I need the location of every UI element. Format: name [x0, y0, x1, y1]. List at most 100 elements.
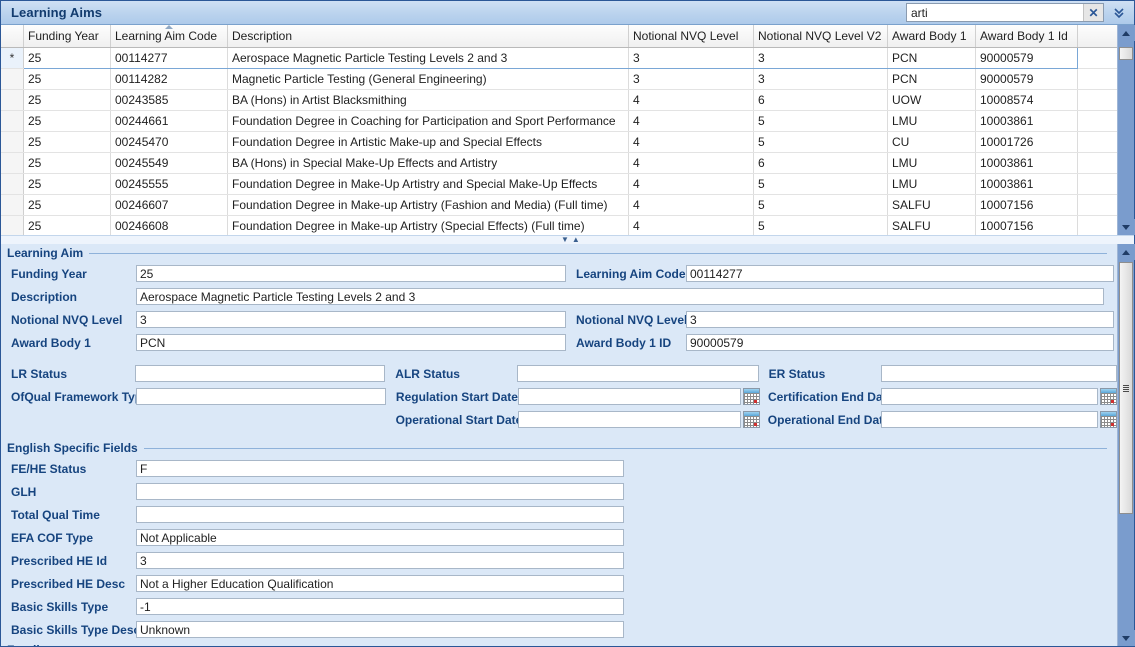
- input-operational-start-date[interactable]: [518, 411, 741, 428]
- search-box[interactable]: ✕: [906, 3, 1104, 22]
- input-operational-end-date[interactable]: [881, 411, 1098, 428]
- cell-notional-nvq-level-v2: 6: [754, 90, 888, 111]
- calendar-picker-icon[interactable]: [743, 411, 760, 428]
- input-total-qual-time[interactable]: [136, 506, 624, 523]
- table-row[interactable]: 25 00245470 Foundation Degree in Artisti…: [1, 132, 1117, 153]
- page-title: Learning Aims: [1, 5, 102, 20]
- row-marker: [1, 69, 24, 90]
- field-row-prescribed-he-id: Prescribed HE Id 3: [1, 549, 1117, 572]
- grid-vertical-scrollbar[interactable]: [1117, 25, 1134, 235]
- label-prescribed-he-desc: Prescribed HE Desc: [11, 577, 136, 591]
- section-title-learning-aim: Learning Aim: [7, 246, 83, 260]
- detail-scroll-track[interactable]: [1118, 260, 1135, 630]
- cell-funding-year: 25: [24, 48, 111, 69]
- input-certification-end-date[interactable]: [881, 388, 1098, 405]
- search-input[interactable]: [907, 4, 1083, 21]
- column-header-award-body-1[interactable]: Award Body 1: [888, 25, 976, 48]
- section-divider: [144, 448, 1107, 449]
- cell-learning-aim-code: 00246607: [111, 195, 228, 216]
- scroll-up-arrow-icon[interactable]: [1118, 25, 1135, 41]
- input-funding-year[interactable]: 25: [136, 265, 566, 282]
- table-row[interactable]: * 25 00114277 Aerospace Magnetic Particl…: [1, 48, 1117, 69]
- field-row-basic-skills-type-desc: Basic Skills Type Desc Unknown: [1, 618, 1117, 641]
- input-basic-skills-type-desc[interactable]: Unknown: [136, 621, 624, 638]
- grid-form-splitter[interactable]: ▼▲: [1, 235, 1134, 244]
- scroll-up-arrow-icon[interactable]: [1118, 244, 1135, 260]
- column-header-notional-nvq-level-v2[interactable]: Notional NVQ Level V2: [754, 25, 888, 48]
- table-row[interactable]: 25 00114282 Magnetic Particle Testing (G…: [1, 69, 1117, 90]
- detail-scroll-thumb[interactable]: [1119, 262, 1133, 514]
- cell-learning-aim-code: 00245555: [111, 174, 228, 195]
- cell-notional-nvq-level: 4: [629, 216, 754, 236]
- cell-notional-nvq-level: 4: [629, 174, 754, 195]
- label-glh: GLH: [11, 485, 136, 499]
- cell-learning-aim-code: 00246608: [111, 216, 228, 236]
- cell-learning-aim-code: 00243585: [111, 90, 228, 111]
- field-row-efa-cof-type: EFA COF Type Not Applicable: [1, 526, 1117, 549]
- column-header-description[interactable]: Description: [228, 25, 629, 48]
- field-row-glh: GLH: [1, 480, 1117, 503]
- field-row-operational-dates: Operational Start Date Operational End D…: [1, 408, 1117, 431]
- detail-vertical-scrollbar[interactable]: [1117, 244, 1134, 646]
- cell-description: Foundation Degree in Artistic Make-up an…: [228, 132, 629, 153]
- calendar-picker-icon[interactable]: [1100, 388, 1117, 405]
- column-header-learning-aim-code[interactable]: Learning Aim Code: [111, 25, 228, 48]
- grid-scroll-track[interactable]: [1118, 41, 1135, 219]
- input-description[interactable]: Aerospace Magnetic Particle Testing Leve…: [136, 288, 1104, 305]
- grid-viewport: Funding Year Learning Aim Code Descripti…: [1, 25, 1117, 235]
- cell-description: BA (Hons) in Artist Blacksmithing: [228, 90, 629, 111]
- clear-search-icon[interactable]: ✕: [1083, 4, 1103, 21]
- window-title-bar: Learning Aims ✕: [1, 1, 1134, 25]
- input-alr-status[interactable]: [517, 365, 759, 382]
- column-header-notional-nvq-level[interactable]: Notional NVQ Level: [629, 25, 754, 48]
- table-row[interactable]: 25 00246608 Foundation Degree in Make-up…: [1, 216, 1117, 236]
- cell-award-body-1-id: 90000579: [976, 69, 1078, 90]
- table-row[interactable]: 25 00246607 Foundation Degree in Make-up…: [1, 195, 1117, 216]
- cell-award-body-1: PCN: [888, 48, 976, 69]
- input-notional-nvq-level[interactable]: 3: [136, 311, 566, 328]
- label-operational-end-date: Operational End Date: [768, 413, 881, 427]
- input-glh[interactable]: [136, 483, 624, 500]
- input-fe-he-status[interactable]: F: [136, 460, 624, 477]
- field-row-notional-nvq-level: Notional NVQ Level 3 Notional NVQ Level …: [1, 308, 1117, 331]
- input-award-body-1[interactable]: PCN: [136, 334, 566, 351]
- input-regulation-start-date[interactable]: [518, 388, 741, 405]
- input-prescribed-he-id[interactable]: 3: [136, 552, 624, 569]
- input-ofqual-framework-type[interactable]: [136, 388, 386, 405]
- calendar-picker-icon[interactable]: [743, 388, 760, 405]
- cell-spare: [1078, 69, 1118, 90]
- column-header-award-body-1-id[interactable]: Award Body 1 Id: [976, 25, 1078, 48]
- input-notional-nvq-level-2[interactable]: 3: [686, 311, 1114, 328]
- row-marker: [1, 174, 24, 195]
- chevron-double-down-icon[interactable]: [1110, 4, 1128, 21]
- input-efa-cof-type[interactable]: Not Applicable: [136, 529, 624, 546]
- cell-funding-year: 25: [24, 174, 111, 195]
- input-basic-skills-type[interactable]: -1: [136, 598, 624, 615]
- input-award-body-1-id[interactable]: 90000579: [686, 334, 1114, 351]
- field-row-total-qual-time: Total Qual Time: [1, 503, 1117, 526]
- scroll-down-arrow-icon[interactable]: [1118, 219, 1135, 235]
- field-row-fe-he-status: FE/HE Status F: [1, 457, 1117, 480]
- cell-spare: [1078, 216, 1118, 236]
- column-header-funding-year[interactable]: Funding Year: [24, 25, 111, 48]
- input-prescribed-he-desc[interactable]: Not a Higher Education Qualification: [136, 575, 624, 592]
- table-row[interactable]: 25 00245549 BA (Hons) in Special Make-Up…: [1, 153, 1117, 174]
- table-row[interactable]: 25 00245555 Foundation Degree in Make-Up…: [1, 174, 1117, 195]
- input-er-status[interactable]: [881, 365, 1117, 382]
- learning-aims-grid[interactable]: Funding Year Learning Aim Code Descripti…: [1, 25, 1134, 235]
- scroll-down-arrow-icon[interactable]: [1118, 630, 1135, 646]
- table-row[interactable]: 25 00244661 Foundation Degree in Coachin…: [1, 111, 1117, 132]
- cell-learning-aim-code: 00245549: [111, 153, 228, 174]
- calendar-picker-icon[interactable]: [1100, 411, 1117, 428]
- cell-description: Foundation Degree in Make-up Artistry (F…: [228, 195, 629, 216]
- cell-award-body-1: UOW: [888, 90, 976, 111]
- input-lr-status[interactable]: [135, 365, 385, 382]
- section-header-funding: Funding: [1, 641, 1117, 646]
- table-row[interactable]: 25 00243585 BA (Hons) in Artist Blacksmi…: [1, 90, 1117, 111]
- label-ofqual-framework-type: OfQual Framework Type: [11, 390, 136, 404]
- cell-spare: [1078, 174, 1118, 195]
- cell-award-body-1: LMU: [888, 174, 976, 195]
- input-learning-aim-code[interactable]: 00114277: [686, 265, 1114, 282]
- grid-scroll-thumb[interactable]: [1119, 47, 1133, 60]
- label-certification-end-date: Certification End Date: [768, 390, 881, 404]
